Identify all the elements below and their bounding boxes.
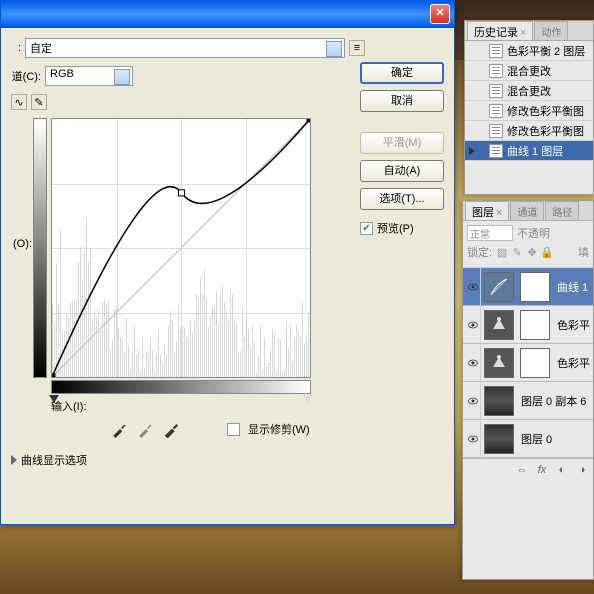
- layer-mask-thumb[interactable]: [520, 348, 550, 378]
- layer-name: 图层 0: [521, 431, 552, 447]
- layer-thumb[interactable]: [484, 424, 514, 454]
- input-axis-label: 输入(I):: [51, 398, 444, 414]
- auto-button[interactable]: 自动(A): [360, 160, 444, 182]
- layer-name: 曲线 1: [557, 279, 588, 295]
- history-item-label: 色彩平衡 2 图层: [507, 43, 585, 59]
- visibility-toggle[interactable]: [465, 382, 481, 420]
- history-item[interactable]: 修改色彩平衡图: [465, 121, 593, 141]
- document-icon: [489, 144, 503, 158]
- preset-menu-icon[interactable]: ≡: [349, 40, 365, 56]
- layers-panel: 图层× 通道 路径 正常 不透明 锁定: ▨ ✎ ✥ 🔒 填 曲线 1色彩平色彩…: [462, 200, 594, 580]
- history-item-label: 曲线 1 图层: [507, 143, 563, 159]
- history-item[interactable]: 混合更改: [465, 61, 593, 81]
- fill-label: 填: [578, 244, 589, 260]
- document-icon: [489, 124, 503, 138]
- preset-label: :: [11, 42, 21, 54]
- smooth-button: 平滑(M): [360, 132, 444, 154]
- output-axis-label: (O):: [13, 238, 32, 250]
- layer-row[interactable]: 图层 0 副本 6: [463, 382, 593, 420]
- document-icon: [489, 104, 503, 118]
- layer-mask-thumb[interactable]: [520, 272, 550, 302]
- document-icon: [489, 64, 503, 78]
- visibility-toggle[interactable]: [465, 268, 481, 306]
- close-icon[interactable]: ×: [520, 27, 526, 39]
- tab-channels[interactable]: 通道: [510, 201, 544, 220]
- layer-row[interactable]: 曲线 1: [463, 268, 593, 306]
- history-item[interactable]: 曲线 1 图层: [465, 141, 593, 161]
- cancel-button[interactable]: 取消: [360, 90, 444, 112]
- disclosure-label: 曲线显示选项: [21, 452, 87, 468]
- close-icon[interactable]: ×: [496, 207, 502, 219]
- history-item-label: 混合更改: [507, 83, 551, 99]
- lock-pixels-icon[interactable]: ✎: [511, 246, 523, 258]
- document-icon: [489, 84, 503, 98]
- history-panel: 历史记录× 动作 色彩平衡 2 图层混合更改混合更改修改色彩平衡图修改色彩平衡图…: [464, 20, 594, 195]
- white-point-slider[interactable]: [303, 395, 313, 403]
- options-button[interactable]: 选项(T)...: [360, 188, 444, 210]
- layer-thumb[interactable]: [484, 310, 514, 340]
- preset-dropdown[interactable]: 自定: [25, 38, 345, 58]
- lock-position-icon[interactable]: ✥: [526, 246, 538, 258]
- layer-row[interactable]: 图层 0: [463, 420, 593, 458]
- document-icon: [489, 44, 503, 58]
- lock-all-icon[interactable]: 🔒: [541, 246, 553, 258]
- tab-layers[interactable]: 图层×: [465, 201, 509, 220]
- link-icon[interactable]: ⇔: [515, 463, 529, 477]
- gray-eyedropper-icon[interactable]: [137, 420, 155, 438]
- pencil-tool-icon[interactable]: ✎: [31, 94, 47, 110]
- layer-row[interactable]: 色彩平: [463, 306, 593, 344]
- layer-row[interactable]: 色彩平: [463, 344, 593, 382]
- channel-dropdown[interactable]: RGB: [45, 66, 133, 86]
- layer-name: 色彩平: [557, 317, 590, 333]
- layer-thumb[interactable]: [484, 386, 514, 416]
- preview-checkbox[interactable]: ✔: [360, 222, 373, 235]
- layer-thumb[interactable]: [484, 348, 514, 378]
- ok-button[interactable]: 确定: [360, 62, 444, 84]
- mask-icon[interactable]: ◐: [555, 463, 569, 477]
- dialog-titlebar[interactable]: ✕: [1, 0, 454, 28]
- curve-tool-icon[interactable]: ∿: [11, 94, 27, 110]
- channel-label: 道(C):: [11, 68, 41, 84]
- lock-label: 锁定:: [467, 244, 492, 260]
- preview-label: 预览(P): [377, 220, 414, 236]
- white-eyedropper-icon[interactable]: [163, 420, 181, 438]
- output-gradient: [33, 118, 47, 378]
- layer-name: 色彩平: [557, 355, 590, 371]
- history-item[interactable]: 色彩平衡 2 图层: [465, 41, 593, 61]
- history-item[interactable]: 修改色彩平衡图: [465, 101, 593, 121]
- adjustment-icon[interactable]: ◑: [575, 463, 589, 477]
- fx-icon[interactable]: fx: [535, 463, 549, 477]
- blend-mode-dropdown[interactable]: 正常: [467, 225, 513, 241]
- layer-thumb[interactable]: [484, 272, 514, 302]
- lock-transparent-icon[interactable]: ▨: [496, 246, 508, 258]
- black-point-slider[interactable]: [49, 395, 59, 403]
- input-gradient: [51, 380, 311, 394]
- history-item-label: 修改色彩平衡图: [507, 103, 584, 119]
- opacity-label: 不透明: [517, 225, 550, 241]
- tab-actions[interactable]: 动作: [534, 21, 568, 40]
- history-item[interactable]: 混合更改: [465, 81, 593, 101]
- layer-name: 图层 0 副本 6: [521, 393, 586, 409]
- tab-history[interactable]: 历史记录×: [467, 21, 533, 40]
- layer-mask-thumb[interactable]: [520, 310, 550, 340]
- show-clipping-checkbox[interactable]: [227, 423, 240, 436]
- disclosure-arrow-icon[interactable]: [11, 455, 17, 465]
- black-eyedropper-icon[interactable]: [111, 420, 129, 438]
- visibility-toggle[interactable]: [465, 306, 481, 344]
- visibility-toggle[interactable]: [465, 344, 481, 382]
- close-button[interactable]: ✕: [430, 4, 450, 24]
- visibility-toggle[interactable]: [465, 420, 481, 458]
- tab-paths[interactable]: 路径: [545, 201, 579, 220]
- show-clipping-label: 显示修剪(W): [248, 421, 310, 437]
- curves-dialog: ✕ : 自定 ≡ 道(C): RGB ∿ ✎: [0, 0, 455, 525]
- history-item-label: 混合更改: [507, 63, 551, 79]
- curves-canvas[interactable]: [51, 118, 311, 378]
- history-item-label: 修改色彩平衡图: [507, 123, 584, 139]
